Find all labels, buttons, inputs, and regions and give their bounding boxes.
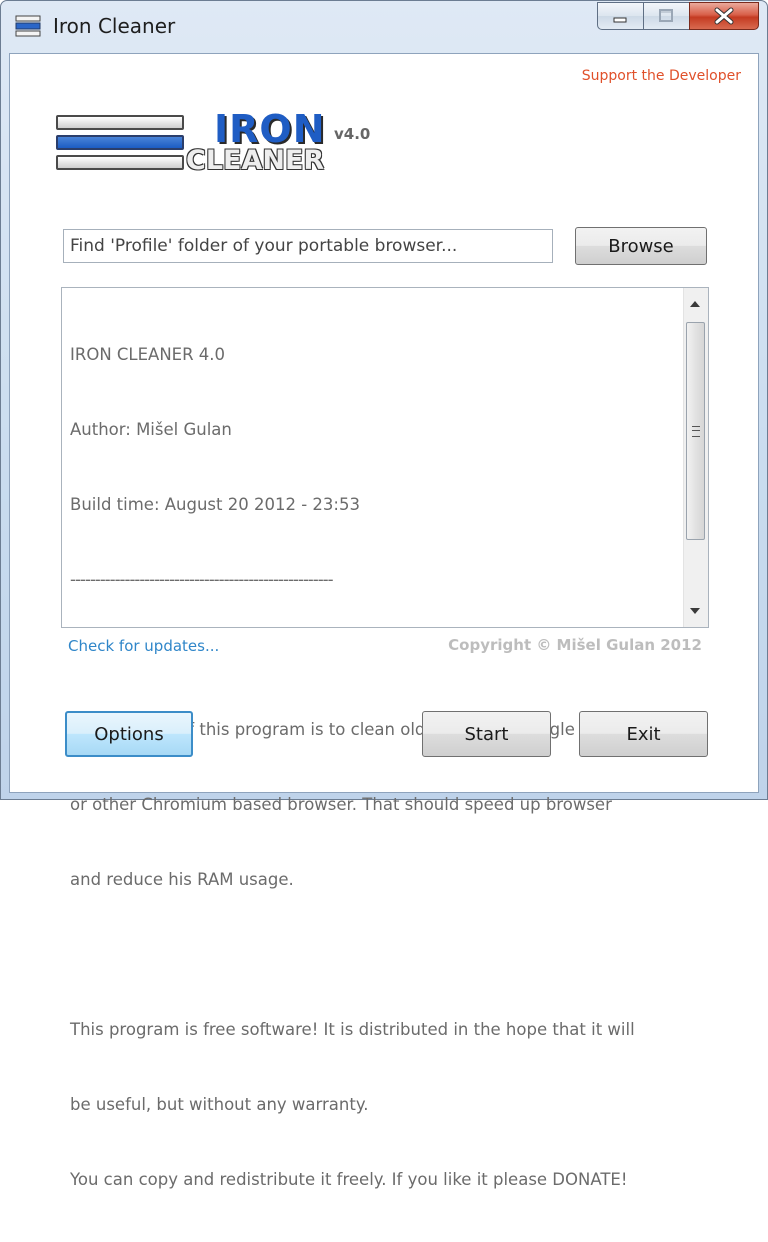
start-button[interactable]: Start: [422, 711, 551, 757]
app-window: Iron Cleaner Support the Developer IRON …: [0, 0, 768, 1189]
maximize-button[interactable]: [643, 2, 689, 30]
info-line: ​: [70, 942, 685, 967]
close-button[interactable]: [689, 2, 759, 30]
info-text: IRON CLEANER 4.0 Author: Mišel Gulan Bui…: [70, 292, 685, 1242]
app-icon: [15, 15, 41, 37]
info-separator: ----------------------------------------…: [70, 570, 334, 589]
check-updates-link[interactable]: Check for updates...: [68, 637, 219, 655]
info-line: Build time: August 20 2012 - 23:53: [70, 495, 360, 514]
profile-folder-input[interactable]: [63, 229, 553, 263]
info-line: This program is free software! It is dis…: [70, 1020, 635, 1039]
info-line: be useful, but without any warranty.: [70, 1095, 369, 1114]
logo-version: v4.0: [334, 125, 371, 143]
info-line: Author: Mišel Gulan: [70, 420, 232, 439]
window-title: Iron Cleaner: [53, 14, 176, 38]
title-bar[interactable]: Iron Cleaner: [1, 1, 767, 53]
app-logo: IRON CLEANER v4.0: [56, 107, 386, 181]
scroll-down-arrow-icon[interactable]: [690, 608, 700, 614]
client-area: Support the Developer IRON CLEANER v4.0 …: [9, 53, 759, 1189]
browse-button[interactable]: Browse: [575, 227, 707, 265]
scroll-up-arrow-icon[interactable]: [690, 301, 700, 307]
copyright-text: Copyright © Mišel Gulan 2012: [448, 636, 702, 654]
caption-buttons: [597, 2, 759, 32]
maximize-icon: [659, 9, 673, 22]
options-button[interactable]: Options: [65, 711, 193, 757]
minimize-button[interactable]: [597, 2, 643, 30]
logo-bar-top: [56, 115, 184, 130]
info-line: or other Chromium based browser. That sh…: [70, 795, 612, 814]
minimize-icon: [613, 17, 627, 23]
logo-word-cleaner: CLEANER: [186, 145, 325, 176]
exit-button[interactable]: Exit: [579, 711, 708, 757]
scrollbar-thumb[interactable]: [686, 322, 705, 540]
info-line: IRON CLEANER 4.0: [70, 345, 226, 364]
support-developer-link[interactable]: Support the Developer: [582, 68, 741, 84]
info-text-area[interactable]: IRON CLEANER 4.0 Author: Mišel Gulan Bui…: [61, 287, 709, 1189]
logo-bar-bottom: [56, 155, 184, 170]
info-line: You can copy and redistribute it freely.…: [70, 1170, 628, 1189]
grip-icon: [692, 426, 700, 437]
logo-bar-middle: [56, 135, 184, 150]
close-icon: [714, 7, 734, 25]
vertical-scrollbar[interactable]: [683, 288, 708, 627]
info-line: and reduce his RAM usage.: [70, 870, 294, 889]
